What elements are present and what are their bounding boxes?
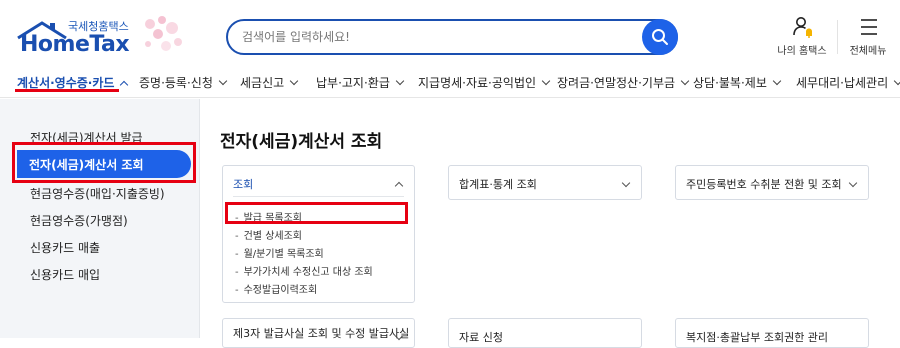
card-branch-permission[interactable]: 복지점·총괄납부 조회권한 관리	[675, 318, 869, 348]
submenu-monthly-list[interactable]: 월/분기별 목록조회	[235, 245, 324, 260]
search-input[interactable]	[242, 27, 632, 47]
chevron-down-icon	[680, 76, 690, 86]
sidebar-item-inquiry[interactable]: 전자(세금)계산서 조회	[17, 150, 191, 178]
gnb-label: 세무대리·납세관리	[796, 76, 889, 90]
gnb-label: 지급명세·자료·공익법인	[418, 76, 537, 90]
card-third-party[interactable]: 제3자 발급사실 조회 및 수정 발급사실	[222, 318, 415, 348]
gnb-item-payment[interactable]: 납부·고지·환급	[316, 74, 405, 91]
gnb-label: 증명·등록·신청	[139, 76, 213, 90]
chevron-down-icon	[395, 76, 405, 86]
gnb-item-incentives[interactable]: 장려금·연말정산·기부금	[557, 74, 690, 91]
card-title: 제3자 발급사실 조회 및 수정 발급사실	[233, 327, 410, 340]
all-menu-button[interactable]: 전체메뉴	[838, 16, 898, 60]
card-title: 자료 신청	[459, 331, 503, 344]
main-navigation: 계산서·영수증·카드 증명·등록·신청 세금신고 납부·고지·환급 지급명세·자…	[0, 68, 900, 98]
gnb-item-tax-return[interactable]: 세금신고	[240, 74, 299, 91]
active-nav-underline	[15, 89, 119, 92]
search-icon	[652, 29, 668, 45]
chevron-down-icon	[541, 76, 551, 86]
search-bar	[226, 19, 678, 55]
submenu-detail[interactable]: 건별 상세조회	[235, 227, 302, 242]
gnb-item-tax-agent[interactable]: 세무대리·납세관리	[796, 74, 900, 91]
card-title: 합계표·통계 조회	[459, 178, 537, 191]
card-title: 주민등록번호 수취분 전환 및 조회	[686, 178, 842, 191]
gnb-label: 상담·불복·제보	[693, 76, 767, 90]
submenu-issue-list[interactable]: 발급 목록조회	[235, 209, 302, 224]
card-divider	[233, 196, 404, 197]
sidebar-item-cash-receipt-purchase[interactable]: 현금영수증(매입·지출증빙)	[30, 185, 165, 202]
card-data-request[interactable]: 자료 신청	[448, 318, 642, 348]
gnb-item-statements[interactable]: 지급명세·자료·공익법인	[418, 74, 551, 91]
my-hometax-label: 나의 홈택스	[777, 46, 827, 57]
gnb-label: 세금신고	[240, 76, 285, 90]
card-title[interactable]: 조회	[233, 176, 253, 192]
gnb-item-certificates[interactable]: 증명·등록·신청	[139, 74, 228, 91]
blossom-decoration-icon	[145, 16, 182, 51]
top-header: 국세청홈택스 HomeTax 나의 홈택스	[0, 0, 900, 68]
all-menu-label: 전체메뉴	[849, 46, 887, 57]
gnb-label: 장려금·연말정산·기부금	[557, 76, 676, 90]
card-title: 복지점·총괄납부 조회권한 관리	[686, 331, 829, 344]
card-resident-number[interactable]: 주민등록번호 수취분 전환 및 조회	[675, 165, 869, 200]
chevron-down-icon	[848, 178, 858, 188]
gnb-label: 납부·고지·환급	[316, 76, 390, 90]
sidebar-item-card-purchase[interactable]: 신용카드 매입	[30, 266, 100, 283]
hamburger-icon	[861, 19, 877, 35]
search-button[interactable]	[642, 19, 678, 55]
hometax-logo[interactable]: 국세청홈택스 HomeTax	[14, 14, 184, 62]
chevron-down-icon	[621, 178, 631, 188]
gnb-label: 계산서·영수증·카드	[17, 76, 115, 90]
submenu-amend-history[interactable]: 수정발급이력조회	[235, 281, 318, 296]
card-inquiry: 조회 발급 목록조회 건별 상세조회 월/분기별 목록조회 부가가치세 수정신고…	[222, 165, 415, 303]
submenu-vat-amend[interactable]: 부가가치세 수정신고 대상 조회	[235, 263, 373, 278]
logo-text: HomeTax	[20, 32, 130, 57]
chevron-down-icon	[893, 76, 900, 86]
my-hometax-button[interactable]: 나의 홈택스	[772, 16, 832, 60]
sidebar-item-cash-receipt-merchant[interactable]: 현금영수증(가맹점)	[30, 212, 128, 229]
sidebar-item-card-sales[interactable]: 신용카드 매출	[30, 239, 100, 256]
card-summary-stats[interactable]: 합계표·통계 조회	[448, 165, 642, 200]
chevron-down-icon	[289, 76, 299, 86]
page-title: 전자(세금)계산서 조회	[220, 132, 383, 152]
sidebar-item-label: 전자(세금)계산서 조회	[29, 158, 144, 172]
chevron-down-icon	[218, 76, 228, 86]
sidebar-item-issue[interactable]: 전자(세금)계산서 발급	[30, 129, 143, 146]
user-bell-icon	[793, 17, 812, 38]
chevron-down-icon	[772, 76, 782, 86]
gnb-item-consulting[interactable]: 상담·불복·제보	[693, 74, 782, 91]
chevron-up-icon[interactable]	[394, 181, 404, 191]
chevron-up-icon	[120, 80, 129, 90]
